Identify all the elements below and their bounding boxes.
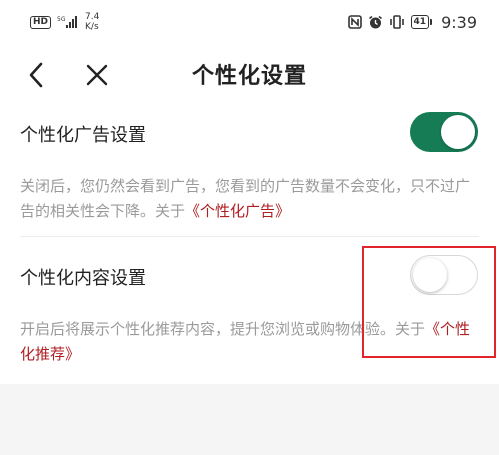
description-text-content: 开启后将展示个性化推荐内容，提升您浏览或购物体验。关于 [20, 320, 426, 338]
setting-label-ad: 个性化广告设置 [20, 125, 146, 146]
alarm-icon [368, 15, 383, 30]
setting-description-content: 开启后将展示个性化推荐内容，提升您浏览或购物体验。关于《个性化推荐》 [20, 317, 479, 367]
setting-row-ad: 个性化广告设置 [0, 106, 499, 162]
settings-section: 个性化广告设置 关闭后，您仍然会看到广告，您看到的广告数量不会变化，只不过广告的… [0, 106, 499, 367]
vibrate-icon [389, 15, 405, 29]
hd-badge: HD [30, 15, 52, 29]
status-left: HD 5G 7.4 K/s [30, 12, 99, 32]
toggle-knob [413, 257, 447, 292]
network-speed-value: 7.4 [85, 12, 100, 22]
page-title: 个性化设置 [191, 64, 307, 89]
toggle-knob [441, 115, 475, 149]
content-personalization-toggle[interactable] [410, 255, 478, 295]
divider [20, 236, 479, 237]
setting-row-content: 个性化内容设置 [0, 249, 499, 305]
network-speed-unit: K/s [85, 22, 99, 32]
setting-label-content: 个性化内容设置 [20, 268, 146, 289]
battery-icon: 41 [410, 15, 432, 29]
signal-icon: 5G [57, 15, 79, 29]
bottom-background [0, 384, 499, 455]
battery-level: 41 [413, 17, 427, 27]
setting-description-ad: 关闭后，您仍然会看到广告，您看到的广告数量不会变化，只不过广告的相关性会下降。关… [20, 174, 479, 224]
nav-bar: 个性化设置 [0, 44, 499, 106]
network-speed: 7.4 K/s [85, 12, 99, 32]
ad-personalization-toggle[interactable] [410, 112, 478, 152]
svg-text:5G: 5G [57, 16, 66, 23]
status-bar: HD 5G 7.4 K/s 41 9:39 [0, 0, 499, 44]
ad-policy-link[interactable]: 《个性化广告》 [185, 202, 290, 220]
status-right: 41 9:39 [347, 12, 477, 32]
clock: 9:39 [441, 12, 477, 32]
nfc-icon [347, 15, 362, 29]
